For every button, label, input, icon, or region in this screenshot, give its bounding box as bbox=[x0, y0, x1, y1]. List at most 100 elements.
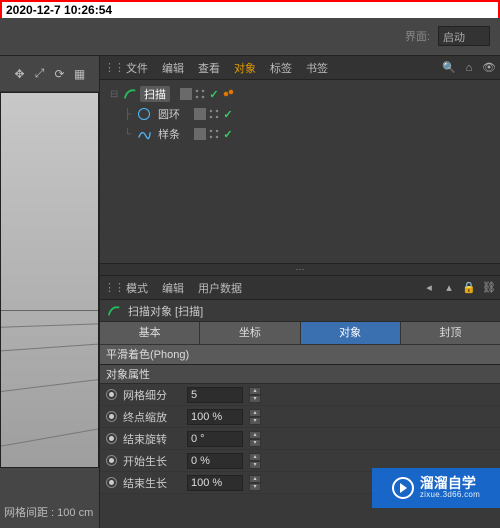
anim-dot-icon[interactable] bbox=[106, 411, 117, 422]
prop-input[interactable]: 0 ° bbox=[187, 431, 243, 447]
object-manager-menu: ⋮⋮⋮ 文件 编辑 查看 对象 标签 书签 🔍 ⌂ 👁 bbox=[100, 56, 500, 80]
visibility-dots-icon[interactable] bbox=[208, 108, 220, 120]
prop-input[interactable]: 100 % bbox=[187, 475, 243, 491]
top-toolbar: 界面: 启动 bbox=[0, 18, 500, 56]
sweep-icon bbox=[106, 303, 122, 319]
attr-tabs: 基本 坐标 对象 封顶 bbox=[100, 322, 500, 344]
menu-mode[interactable]: 模式 bbox=[120, 277, 154, 299]
play-icon bbox=[392, 477, 414, 499]
layer-tag-icon[interactable] bbox=[194, 128, 206, 140]
anim-dot-icon[interactable] bbox=[106, 455, 117, 466]
tab-object[interactable]: 对象 bbox=[301, 322, 401, 344]
tree-row-circle[interactable]: ├ 圆环 ✓ bbox=[100, 104, 500, 124]
viewport-tools: ✥ ⤢ ⟳ ▦ bbox=[0, 56, 99, 92]
viewport-column: ✥ ⤢ ⟳ ▦ 网格间距 : 100 cm bbox=[0, 56, 100, 528]
search-icon[interactable]: 🔍 bbox=[442, 61, 456, 75]
scroll-hint: ⋯ bbox=[100, 263, 500, 275]
layout-label: 界面: bbox=[405, 28, 430, 44]
pan-icon[interactable]: ✥ bbox=[13, 67, 27, 81]
timestamp-overlay: 2020-12-7 10:26:54 bbox=[0, 0, 500, 18]
layout-selector[interactable]: 启动 bbox=[438, 26, 490, 46]
prop-row-subdivision: 网格细分 5 ▴▾ bbox=[100, 384, 500, 406]
spinner[interactable]: ▴▾ bbox=[249, 387, 261, 403]
app-area: 界面: 启动 ✥ ⤢ ⟳ ▦ 网格间距 : 100 cm bbox=[0, 18, 500, 528]
panel-grip-icon[interactable]: ⋮⋮⋮ bbox=[104, 281, 118, 294]
enable-check-icon[interactable]: ✓ bbox=[208, 88, 220, 100]
home-icon[interactable]: ⌂ bbox=[462, 61, 476, 75]
tree-row-spline[interactable]: └ 样条 ✓ bbox=[100, 124, 500, 144]
watermark: 溜溜自学 zixue.3d66.com bbox=[372, 468, 500, 508]
zoom-icon[interactable]: ⤢ bbox=[33, 67, 47, 81]
prop-label: 结束旋转 bbox=[123, 431, 181, 447]
attr-title-text: 扫描对象 [扫描] bbox=[128, 303, 203, 319]
menu-tags[interactable]: 标签 bbox=[264, 57, 298, 79]
prop-label: 结束生长 bbox=[123, 475, 181, 491]
enable-check-icon[interactable]: ✓ bbox=[222, 108, 234, 120]
anim-dot-icon[interactable] bbox=[106, 477, 117, 488]
views-icon[interactable]: ▦ bbox=[73, 67, 87, 81]
menu-userdata[interactable]: 用户数据 bbox=[192, 277, 248, 299]
enable-check-icon[interactable]: ✓ bbox=[222, 128, 234, 140]
sweep-icon bbox=[122, 86, 138, 102]
visibility-dots-icon[interactable] bbox=[194, 88, 206, 100]
prop-label: 开始生长 bbox=[123, 453, 181, 469]
viewport[interactable] bbox=[0, 92, 99, 468]
watermark-main: 溜溜自学 bbox=[420, 476, 480, 491]
tree-row-sweep[interactable]: ⊟ 扫描 ✓ bbox=[100, 84, 500, 104]
prop-row-endscale: 终点缩放 100 % ▴▾ bbox=[100, 406, 500, 428]
spinner[interactable]: ▴▾ bbox=[249, 409, 261, 425]
main-row: ✥ ⤢ ⟳ ▦ 网格间距 : 100 cm ⋮⋮⋮ 文件 编辑 bbox=[0, 56, 500, 528]
menu-object[interactable]: 对象 bbox=[228, 57, 262, 79]
menu-bookmarks[interactable]: 书签 bbox=[300, 57, 334, 79]
panel-grip-icon[interactable]: ⋮⋮⋮ bbox=[104, 61, 118, 74]
tree-toggle-icon[interactable]: ⊟ bbox=[110, 89, 120, 100]
anim-dot-icon[interactable] bbox=[106, 433, 117, 444]
spinner[interactable]: ▴▾ bbox=[249, 453, 261, 469]
tab-basic[interactable]: 基本 bbox=[100, 322, 200, 344]
visibility-dots-icon[interactable] bbox=[208, 128, 220, 140]
object-manager: ⋮⋮⋮ 文件 编辑 查看 对象 标签 书签 🔍 ⌂ 👁 bbox=[100, 56, 500, 276]
tab-coord[interactable]: 坐标 bbox=[200, 322, 300, 344]
link-icon[interactable]: ⛓ bbox=[482, 281, 496, 295]
status-bar: 网格间距 : 100 cm bbox=[0, 498, 99, 528]
menu-view[interactable]: 查看 bbox=[192, 57, 226, 79]
menu-edit[interactable]: 编辑 bbox=[156, 57, 190, 79]
menu-edit2[interactable]: 编辑 bbox=[156, 277, 190, 299]
grid-line bbox=[0, 341, 99, 356]
section-header: 对象属性 bbox=[100, 364, 500, 384]
prop-label: 网格细分 bbox=[123, 387, 181, 403]
phong-tag-icon[interactable] bbox=[222, 88, 234, 100]
layer-tag-icon[interactable] bbox=[194, 108, 206, 120]
tab-caps[interactable]: 封顶 bbox=[401, 322, 500, 344]
nav-up-icon[interactable]: ▴ bbox=[442, 281, 456, 295]
rotate-icon[interactable]: ⟳ bbox=[53, 67, 67, 81]
watermark-sub: zixue.3d66.com bbox=[420, 491, 480, 500]
eye-icon[interactable]: 👁 bbox=[482, 61, 496, 75]
attribute-object-title: 扫描对象 [扫描] bbox=[100, 300, 500, 322]
tab-phong[interactable]: 平滑着色(Phong) bbox=[100, 344, 500, 364]
lock-icon[interactable]: 🔒 bbox=[462, 281, 476, 295]
prop-input[interactable]: 5 bbox=[187, 387, 243, 403]
prop-input[interactable]: 100 % bbox=[187, 409, 243, 425]
object-tree[interactable]: ⊟ 扫描 ✓ ├ bbox=[100, 80, 500, 263]
tree-label[interactable]: 圆环 bbox=[154, 106, 184, 122]
spinner[interactable]: ▴▾ bbox=[249, 431, 261, 447]
spline-icon bbox=[136, 126, 152, 142]
grid-line bbox=[0, 420, 99, 455]
attribute-menu: ⋮⋮⋮ 模式 编辑 用户数据 ◂ ▴ 🔒 ⛓ bbox=[100, 276, 500, 300]
prop-label: 终点缩放 bbox=[123, 409, 181, 425]
grid-line bbox=[0, 321, 99, 329]
layer-tag-icon[interactable] bbox=[180, 88, 192, 100]
nav-back-icon[interactable]: ◂ bbox=[422, 281, 436, 295]
right-column: ⋮⋮⋮ 文件 编辑 查看 对象 标签 书签 🔍 ⌂ 👁 bbox=[100, 56, 500, 528]
tree-branch-icon: ├ bbox=[124, 109, 134, 120]
prop-input[interactable]: 0 % bbox=[187, 453, 243, 469]
menu-file[interactable]: 文件 bbox=[120, 57, 154, 79]
prop-row-endrotate: 结束旋转 0 ° ▴▾ bbox=[100, 428, 500, 450]
grid-horizon bbox=[1, 310, 98, 311]
tree-label[interactable]: 样条 bbox=[154, 126, 184, 142]
anim-dot-icon[interactable] bbox=[106, 389, 117, 400]
circle-icon bbox=[136, 106, 152, 122]
spinner[interactable]: ▴▾ bbox=[249, 475, 261, 491]
tree-label[interactable]: 扫描 bbox=[140, 86, 170, 102]
